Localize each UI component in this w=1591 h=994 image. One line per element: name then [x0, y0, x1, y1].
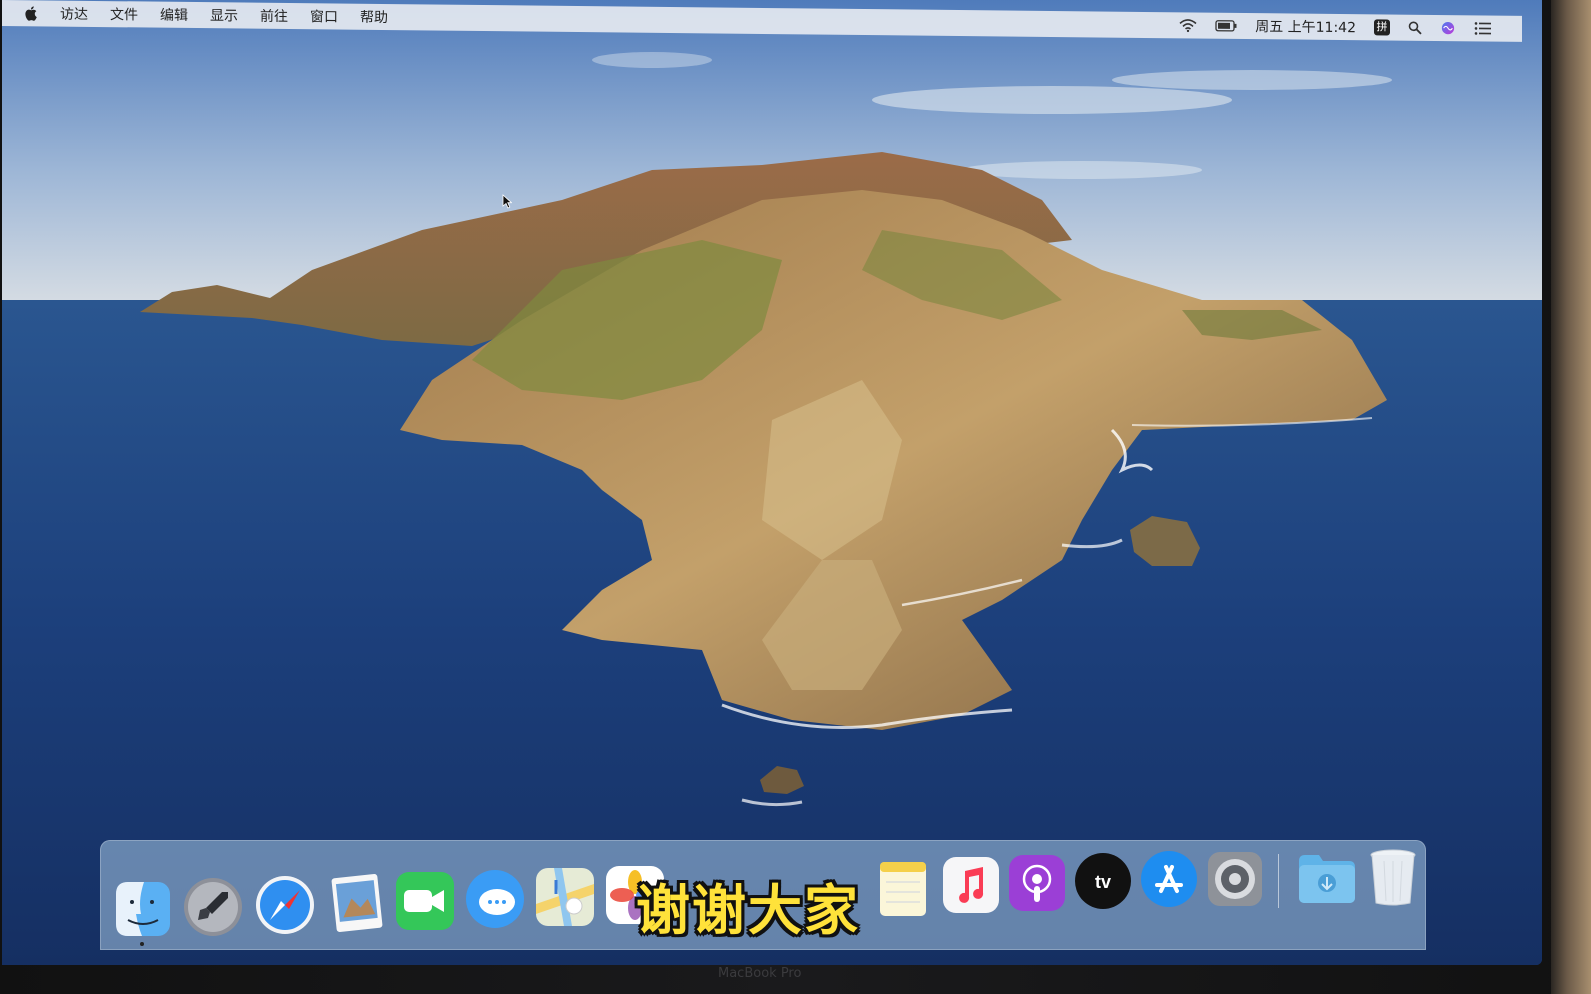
dock-finder[interactable]: [112, 878, 174, 940]
dock-launchpad[interactable]: [182, 876, 244, 938]
dock-app-store[interactable]: [1138, 848, 1200, 910]
battery-icon[interactable]: [1215, 19, 1237, 33]
tv-icon: tv: [1075, 853, 1131, 909]
desktop-wallpaper: [2, 0, 1542, 965]
spotlight-search-icon[interactable]: [1408, 21, 1422, 35]
dock-messages[interactable]: [464, 868, 526, 930]
bezel-model-label: MacBook Pro: [718, 966, 802, 981]
macbook-screen: 访达 文件 编辑 显示 前往 窗口 帮助 周五 上午11:42 拼 tv: [2, 0, 1542, 965]
menu-file[interactable]: 文件: [110, 4, 138, 24]
dock-system-preferences[interactable]: [1204, 848, 1266, 910]
trash-icon: [1370, 849, 1416, 906]
dock-facetime[interactable]: [394, 870, 456, 932]
dock-trash[interactable]: [1362, 846, 1424, 908]
menu-window[interactable]: 窗口: [310, 6, 338, 26]
launchpad-icon: [184, 878, 242, 936]
mouse-pointer-icon: [502, 194, 512, 209]
background-edge: [1551, 0, 1591, 994]
messages-icon: [466, 870, 524, 928]
finder-icon: [116, 882, 170, 936]
dock-podcasts[interactable]: [1006, 852, 1068, 914]
apple-icon[interactable]: [24, 5, 38, 21]
siri-icon[interactable]: [1440, 21, 1456, 35]
podcasts-icon: [1009, 855, 1065, 911]
safari-icon: [256, 876, 314, 934]
system-preferences-icon: [1208, 852, 1262, 906]
notes-icon: [880, 862, 926, 916]
notification-center-icon[interactable]: [1474, 21, 1492, 35]
dock-tv[interactable]: tv: [1072, 850, 1134, 912]
app-store-icon: [1141, 851, 1197, 907]
wifi-icon[interactable]: [1179, 18, 1197, 33]
dock-preview[interactable]: [326, 872, 388, 934]
menu-go[interactable]: 前往: [260, 6, 288, 26]
dock-downloads[interactable]: [1296, 846, 1358, 908]
menubar-clock[interactable]: 周五 上午11:42: [1255, 16, 1356, 37]
dock-music[interactable]: [940, 854, 1002, 916]
menu-view[interactable]: 显示: [210, 5, 238, 25]
tv-label: tv: [1095, 872, 1111, 892]
finder-running-indicator: [140, 942, 144, 946]
downloads-folder-icon: [1299, 855, 1355, 903]
preview-icon: [331, 874, 383, 932]
music-icon: [943, 857, 999, 913]
dock-notes[interactable]: [872, 858, 934, 920]
input-method-badge[interactable]: 拼: [1374, 19, 1390, 36]
menu-help[interactable]: 帮助: [360, 7, 388, 27]
facetime-icon: [396, 872, 454, 930]
menu-finder[interactable]: 访达: [60, 4, 88, 24]
dock-safari[interactable]: [254, 874, 316, 936]
dock-maps[interactable]: [534, 866, 596, 928]
video-subtitle: 谢谢大家: [636, 879, 860, 942]
maps-icon: [536, 868, 594, 926]
menu-edit[interactable]: 编辑: [160, 5, 188, 25]
dock-separator: [1278, 854, 1279, 908]
